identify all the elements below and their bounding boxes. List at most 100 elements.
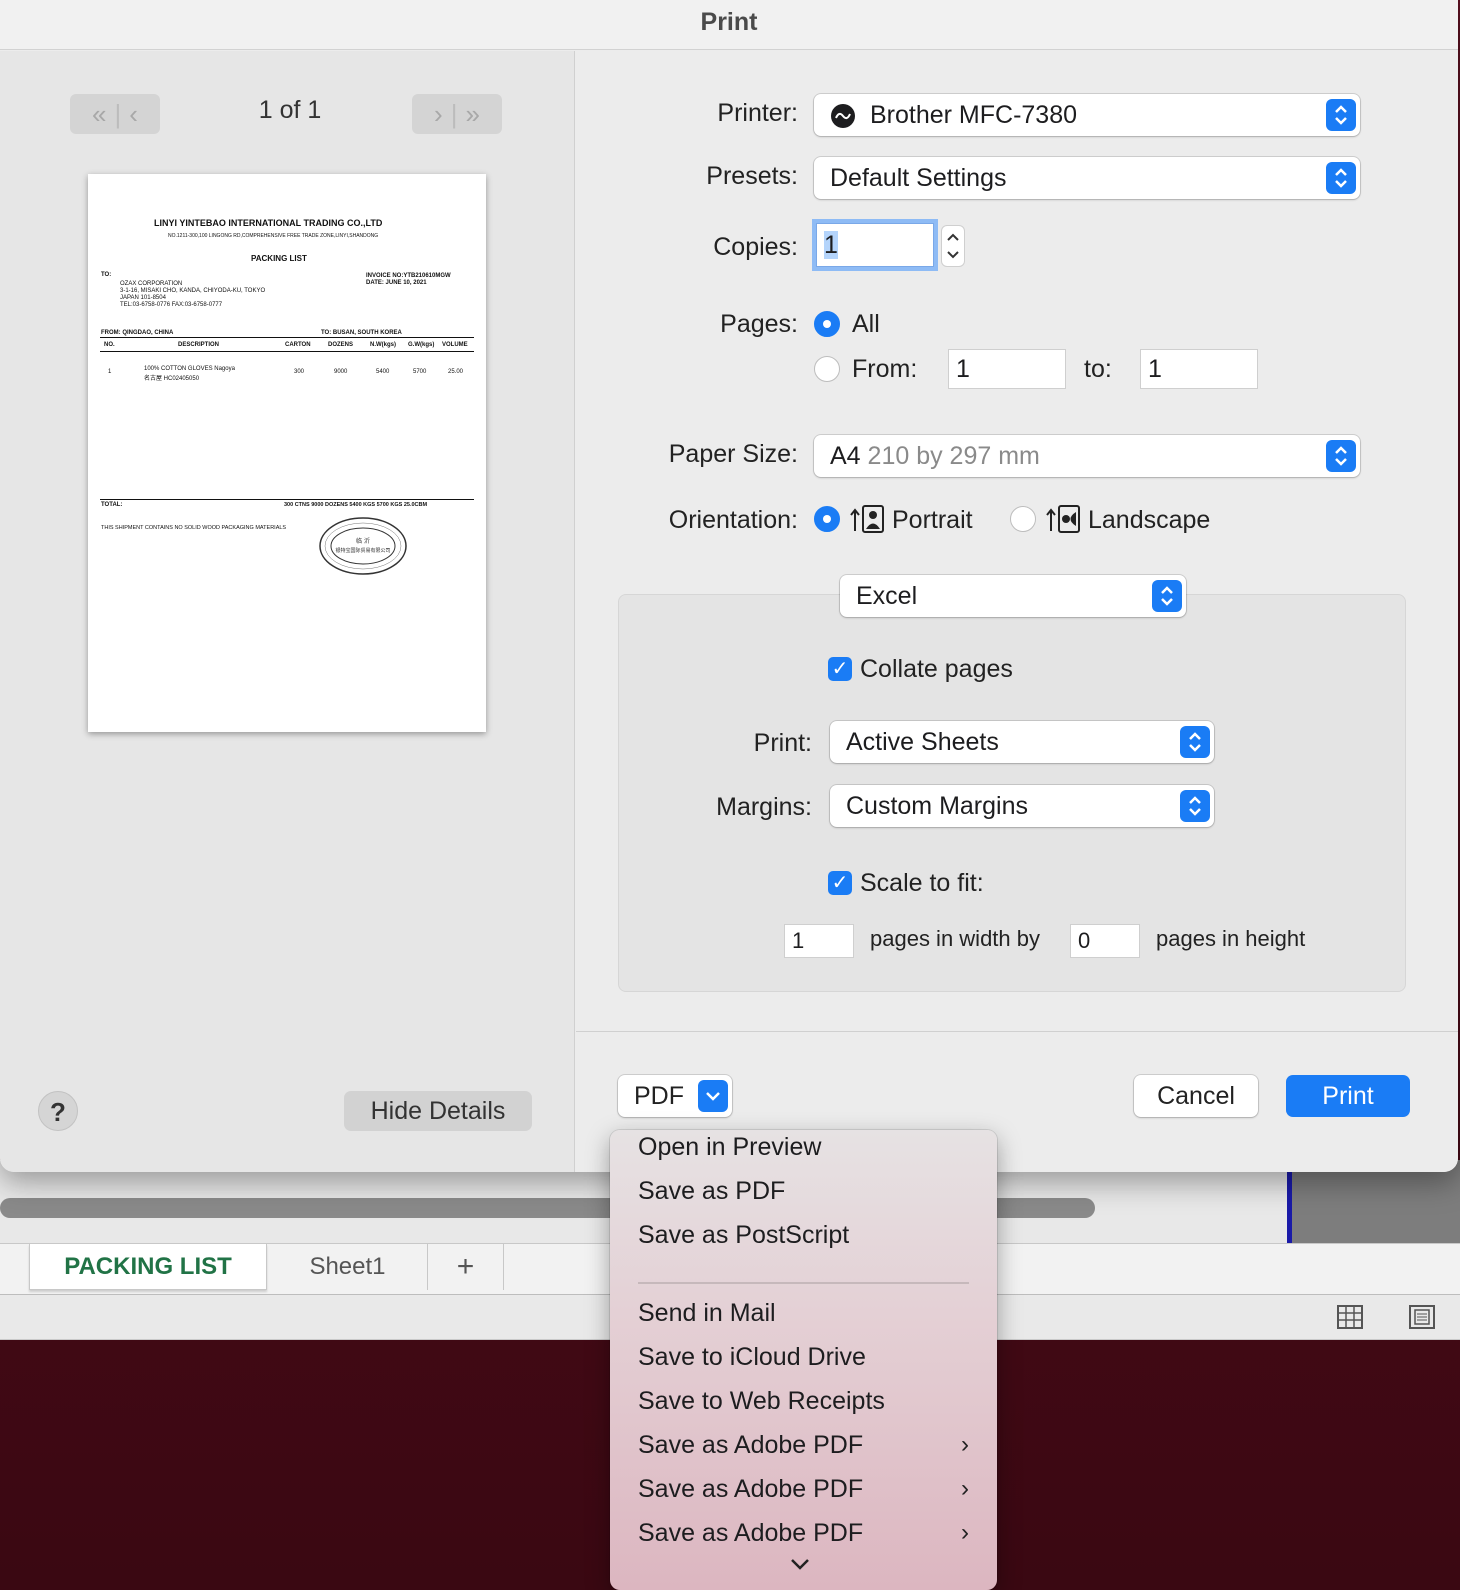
paper-size-detail: 210 by 297 mm — [867, 442, 1040, 470]
chevron-updown-icon — [1180, 726, 1210, 758]
tab-packing-list[interactable]: PACKING LIST — [29, 1244, 267, 1290]
doc-cell-description: 100% COTTON GLOVES Nagoya — [144, 366, 235, 372]
doc-date: DATE: JUNE 10, 2021 — [366, 280, 427, 286]
print-what-popup[interactable]: Active Sheets — [830, 721, 1214, 763]
doc-consignee-3: JAPAN 101-8504 — [120, 295, 166, 301]
copies-value: 1 — [824, 231, 838, 259]
prev-page-icon[interactable]: ‹ — [129, 99, 138, 130]
print-dialog: Print « | ‹ 1 of 1 › | » LINYI YINTEBAO … — [0, 0, 1458, 1172]
hide-details-button[interactable]: Hide Details — [344, 1091, 532, 1131]
doc-col-description: DESCRIPTION — [178, 342, 220, 348]
pages-to-field[interactable]: 1 — [1140, 349, 1258, 389]
preview-pane: « | ‹ 1 of 1 › | » LINYI YINTEBAO INTERN… — [0, 51, 575, 1172]
next-page-icon[interactable]: › — [434, 99, 443, 130]
paper-size-value: A4 — [830, 442, 861, 470]
divider — [576, 1031, 1458, 1032]
orientation-label: Orientation: — [668, 506, 798, 534]
menu-item-save-as-adobe-pdf[interactable]: Save as Adobe PDF › — [638, 1431, 969, 1460]
settings-pane: Printer: Brother MFC-7380 Presets: Defau… — [576, 51, 1458, 1172]
doc-to-label: TO: — [101, 272, 112, 278]
portrait-radio[interactable] — [814, 506, 840, 532]
menu-item-label: Save as Adobe PDF — [638, 1431, 864, 1459]
print-button[interactable]: Print — [1286, 1075, 1410, 1117]
doc-total-label: TOTAL: — [101, 502, 123, 508]
menu-item-open-in-preview[interactable]: Open in Preview — [638, 1133, 821, 1162]
scale-to-fit-label: Scale to fit: — [860, 869, 984, 897]
excel-gray-area — [1292, 1160, 1460, 1243]
printer-status-icon — [831, 104, 855, 128]
menu-item-save-to-icloud[interactable]: Save to iCloud Drive — [638, 1343, 866, 1372]
page-preview: LINYI YINTEBAO INTERNATIONAL TRADING CO.… — [88, 174, 486, 732]
printer-value: Brother MFC-7380 — [870, 101, 1078, 129]
pages-width-text: pages in width by — [870, 926, 1040, 951]
margins-value: Custom Margins — [846, 792, 1028, 820]
pages-from-label: From: — [852, 355, 918, 383]
pages-all-radio[interactable] — [814, 311, 840, 337]
menu-item-save-as-pdf[interactable]: Save as PDF — [638, 1177, 785, 1206]
last-page-icon[interactable]: » — [465, 99, 479, 130]
dialog-title: Print — [0, 0, 1458, 50]
menu-item-save-as-adobe-pdf[interactable]: Save as Adobe PDF › — [638, 1519, 969, 1545]
section-popup-value: Excel — [856, 582, 918, 610]
page-counter: 1 of 1 — [258, 96, 322, 124]
doc-consignee-2: 3-1-16, MISAKI CHO, KANDA, CHIYODA-KU, T… — [120, 288, 266, 294]
pages-to-label: to: — [1084, 355, 1112, 383]
menu-item-save-as-postscript[interactable]: Save as PostScript — [638, 1221, 849, 1250]
add-sheet-button[interactable]: + — [428, 1244, 504, 1290]
copies-field[interactable]: 1 — [816, 223, 934, 267]
help-button[interactable]: ? — [38, 1091, 78, 1131]
pdf-label: PDF — [634, 1082, 684, 1110]
normal-view-icon[interactable] — [1336, 1303, 1364, 1331]
paper-size-popup[interactable]: A4 210 by 297 mm — [814, 435, 1360, 477]
doc-from: FROM: QINGDAO, CHINA — [101, 330, 174, 336]
printer-label: Printer: — [717, 99, 798, 127]
doc-invoice-no: INVOICE NO:YTB210610MGW — [366, 273, 451, 279]
chevron-updown-icon — [1326, 162, 1356, 194]
presets-value: Default Settings — [830, 164, 1007, 192]
doc-company: LINYI YINTEBAO INTERNATIONAL TRADING CO.… — [154, 218, 383, 228]
company-stamp: 临 沂 银特宝国际贸易有限公司 — [319, 517, 407, 575]
chevron-updown-icon — [1326, 440, 1356, 472]
pdf-menu-button[interactable]: PDF — [618, 1075, 732, 1117]
copies-stepper[interactable] — [942, 226, 964, 266]
landscape-radio[interactable] — [1010, 506, 1036, 532]
chevron-updown-icon — [1152, 580, 1182, 612]
scale-to-fit-checkbox[interactable]: ✓ — [828, 871, 852, 895]
pages-width-field[interactable]: 1 — [784, 924, 854, 958]
scroll-down-icon[interactable] — [788, 1556, 812, 1572]
collate-checkbox[interactable]: ✓ — [828, 657, 852, 681]
menu-item-send-in-mail[interactable]: Send in Mail — [638, 1299, 776, 1328]
next-page-buttons[interactable]: › | » — [412, 94, 502, 134]
pages-from-field[interactable]: 1 — [948, 349, 1066, 389]
printer-popup[interactable]: Brother MFC-7380 — [814, 94, 1360, 136]
svg-text:银特宝国际贸易有限公司: 银特宝国际贸易有限公司 — [335, 547, 390, 554]
doc-rule — [100, 351, 474, 352]
first-page-icon[interactable]: « — [92, 99, 106, 130]
cancel-button[interactable]: Cancel — [1134, 1075, 1258, 1117]
doc-consignee-4: TEL:03-6758-0776 FAX:03-6758-0777 — [120, 302, 223, 308]
page-layout-icon[interactable] — [1408, 1303, 1436, 1331]
chevron-updown-icon — [1326, 99, 1356, 131]
section-popup[interactable]: Excel — [840, 575, 1186, 617]
paper-size-label: Paper Size: — [668, 440, 798, 468]
doc-col-gw: G.W(kgs) — [408, 342, 435, 348]
pages-from-radio[interactable] — [814, 356, 840, 382]
margins-label: Margins: — [716, 793, 812, 821]
doc-consignee-1: OZAX CORPORATION — [120, 281, 183, 287]
doc-col-carton: CARTON — [285, 342, 311, 348]
doc-rule — [100, 337, 474, 338]
prev-page-buttons[interactable]: « | ‹ — [70, 94, 160, 134]
margins-popup[interactable]: Custom Margins — [830, 785, 1214, 827]
chevron-right-icon: › — [961, 1475, 969, 1502]
menu-item-save-to-web-receipts[interactable]: Save to Web Receipts — [638, 1387, 885, 1416]
pages-height-field[interactable]: 0 — [1070, 924, 1140, 958]
portrait-label: Portrait — [892, 506, 973, 534]
doc-cell-carton: 300 — [294, 369, 305, 375]
tab-sheet1[interactable]: Sheet1 — [268, 1244, 428, 1290]
menu-item-label: Save as Adobe PDF — [638, 1519, 864, 1545]
menu-item-save-as-adobe-pdf[interactable]: Save as Adobe PDF › — [638, 1475, 969, 1504]
svg-text:临 沂: 临 沂 — [356, 537, 370, 545]
print-what-label: Print: — [753, 729, 812, 757]
presets-popup[interactable]: Default Settings — [814, 157, 1360, 199]
doc-note: THIS SHIPMENT CONTAINS NO SOLID WOOD PAC… — [101, 525, 287, 531]
